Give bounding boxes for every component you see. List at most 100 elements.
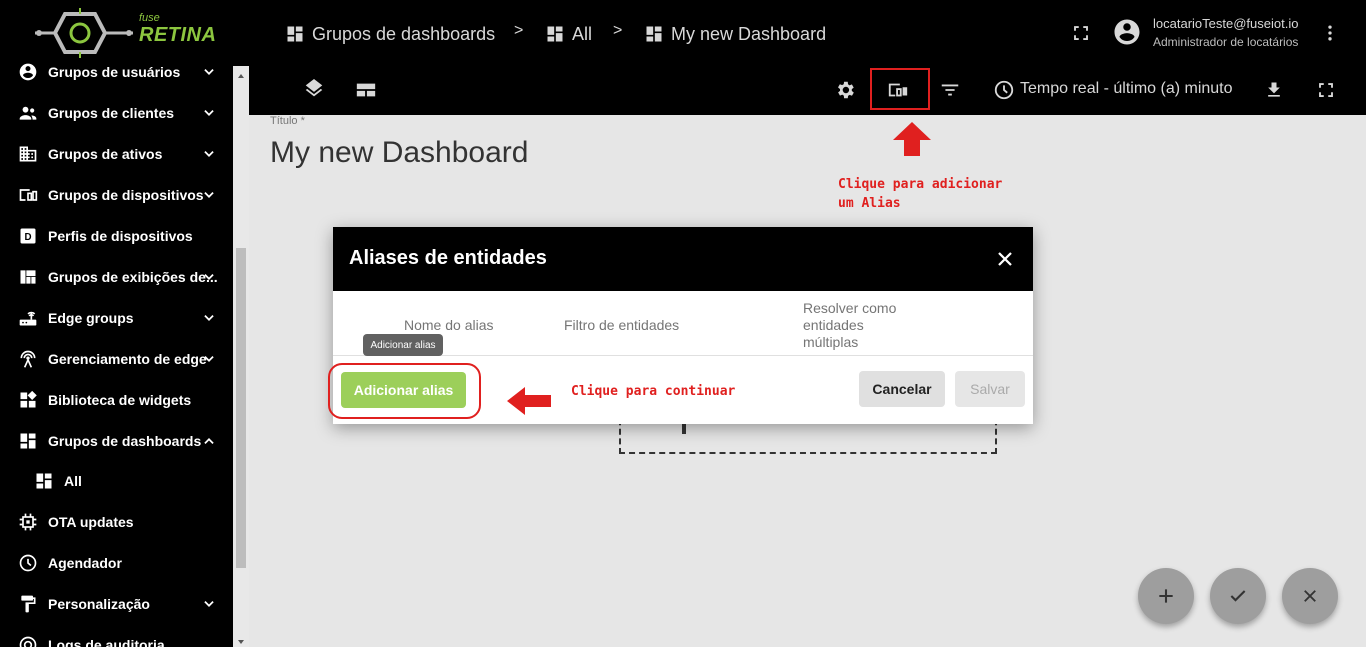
add-alias-tooltip: Adicionar alias (363, 334, 443, 356)
circuit-logo-icon (35, 8, 133, 58)
sidebar-item-grupos-de-exibicoes[interactable]: Grupos de exibições de... (0, 257, 233, 297)
breadcrumb-item-current: My new Dashboard (644, 22, 826, 46)
sidebar-item-label: Grupos de ativos (48, 146, 163, 162)
track-changes-icon (18, 635, 38, 647)
column-resolve-line-2: entidades (803, 317, 864, 333)
sidebar-item-label: Grupos de exibições de... (48, 269, 218, 285)
sidebar-item-all[interactable]: All (0, 461, 233, 501)
chevron-down-icon[interactable] (200, 63, 218, 81)
chevron-up-icon[interactable] (200, 432, 218, 450)
chevron-down-icon[interactable] (200, 186, 218, 204)
view-quilt-icon (18, 267, 38, 287)
save-button[interactable]: Salvar (955, 371, 1025, 407)
sidebar-item-gerenciamento-de-edge[interactable]: Gerenciamento de edge (0, 339, 233, 379)
schedule-icon (18, 553, 38, 573)
dashboard-icon (285, 24, 305, 44)
chevron-down-icon[interactable] (200, 350, 218, 368)
account-circle-icon (18, 62, 38, 82)
sidebar-item-grupos-de-ativos[interactable]: Grupos de ativos (0, 134, 233, 174)
discard-changes-fab[interactable] (1282, 568, 1338, 624)
logo-text-big: RETINA (139, 24, 217, 46)
chevron-down-icon[interactable] (200, 595, 218, 613)
sidebar-item-grupos-de-dashboards[interactable]: Grupos de dashboards (0, 421, 233, 461)
sidebar-item-label: Personalização (48, 596, 150, 612)
svg-text:D: D (24, 232, 31, 243)
sidebar-item-logs-de-auditoria[interactable]: Logs de auditoria (0, 625, 233, 647)
chevron-down-icon[interactable] (200, 268, 218, 286)
devices-other-icon (18, 185, 38, 205)
add-widget-mark (682, 424, 686, 434)
timewindow-label[interactable]: Tempo real - último (a) minuto (1020, 80, 1233, 98)
download-icon[interactable] (1262, 78, 1286, 102)
domain-icon (18, 144, 38, 164)
breadcrumb-separator: > (613, 22, 623, 39)
dashboard-icon (545, 24, 565, 44)
widgets-icon (18, 390, 38, 410)
sidebar-item-agendador[interactable]: Agendador (0, 543, 233, 583)
sidebar-item-label: Biblioteca de widgets (48, 392, 192, 408)
sidebar-item-label: All (64, 473, 82, 489)
alias-hint-line-2: um Alias (838, 196, 901, 211)
cancel-button[interactable]: Cancelar (859, 371, 945, 407)
breadcrumb-label: All (572, 23, 593, 44)
sidebar-item-label: Grupos de dashboards (48, 433, 202, 449)
apply-changes-fab[interactable] (1210, 568, 1266, 624)
dashboard-icon (34, 471, 54, 491)
sidebar-item-label: Agendador (48, 555, 122, 571)
settings-icon[interactable] (833, 78, 857, 102)
column-resolve-multiple: Resolver como entidades múltiplas (803, 300, 896, 351)
breadcrumb-label: Grupos de dashboards (312, 23, 496, 44)
add-widget-fab[interactable] (1138, 568, 1194, 624)
fullscreen-icon[interactable] (1314, 78, 1338, 102)
column-alias-name: Nome do alias (404, 317, 494, 333)
user-email: locatarioTeste@fuseiot.io (1153, 16, 1299, 31)
avatar[interactable] (1112, 17, 1142, 47)
scroll-down-icon[interactable] (236, 634, 246, 644)
column-resolve-line-1: Resolver como (803, 300, 897, 316)
layouts-icon[interactable] (354, 78, 378, 102)
breadcrumb-label: My new Dashboard (671, 23, 827, 44)
dashboard-icon (18, 431, 38, 451)
sidebar-item-label: Grupos de dispositivos (48, 187, 204, 203)
chevron-down-icon[interactable] (200, 104, 218, 122)
breadcrumb-separator: > (514, 22, 524, 39)
user-role: Administrador de locatários (1153, 35, 1299, 49)
sidebar-item-grupos-de-usuarios[interactable]: Grupos de usuários (0, 52, 233, 92)
more-vert-icon[interactable] (1318, 21, 1342, 45)
router-icon (18, 308, 38, 328)
sidebar-scroll-thumb[interactable] (236, 248, 246, 568)
breadcrumb-item-grupos-de-dashboards[interactable]: Grupos de dashboards (285, 22, 495, 46)
filter-list-icon[interactable] (938, 78, 962, 102)
column-entity-filter: Filtro de entidades (564, 317, 680, 333)
add-alias-button[interactable]: Adicionar alias (341, 372, 466, 408)
alias-button-highlight (870, 68, 930, 110)
fullscreen-icon[interactable] (1069, 21, 1093, 45)
sidebar-item-label: Perfis de dispositivos (48, 228, 193, 244)
sidebar-item-label: Grupos de usuários (48, 64, 181, 80)
sidebar-item-personalizacao[interactable]: Personalização (0, 584, 233, 624)
alias-hint-annotation: Clique para adicionar um Alias (838, 175, 1002, 213)
clock-icon[interactable] (992, 78, 1016, 102)
sidebar-item-grupos-de-clientes[interactable]: Grupos de clientes (0, 93, 233, 133)
sidebar-item-label: Edge groups (48, 310, 134, 326)
sidebar-item-edge-groups[interactable]: Edge groups (0, 298, 233, 338)
sidebar-item-ota-updates[interactable]: OTA updates (0, 502, 233, 542)
layers-icon[interactable] (302, 78, 326, 102)
red-left-arrow-icon (507, 387, 551, 415)
chevron-down-icon[interactable] (200, 145, 218, 163)
sidebar-item-label: OTA updates (48, 514, 134, 530)
dashboard-title[interactable]: My new Dashboard (270, 136, 528, 170)
breadcrumb-item-all[interactable]: All (545, 22, 592, 46)
close-icon[interactable] (993, 247, 1017, 271)
sidebar-item-biblioteca-de-widgets[interactable]: Biblioteca de widgets (0, 380, 233, 420)
sidebar-item-perfis-de-dispositivos[interactable]: D Perfis de dispositivos (0, 216, 233, 256)
scroll-up-icon[interactable] (236, 68, 246, 78)
sidebar-item-grupos-de-dispositivos[interactable]: Grupos de dispositivos (0, 175, 233, 215)
logo-text-small: fuse (139, 12, 160, 24)
column-resolve-line-3: múltiplas (803, 334, 859, 350)
device-profile-icon: D (18, 226, 38, 246)
sidebar-item-label: Logs de auditoria (48, 637, 165, 647)
red-up-arrow-icon (891, 122, 933, 156)
chevron-down-icon[interactable] (200, 309, 218, 327)
continue-hint-annotation: Clique para continuar (571, 384, 736, 399)
